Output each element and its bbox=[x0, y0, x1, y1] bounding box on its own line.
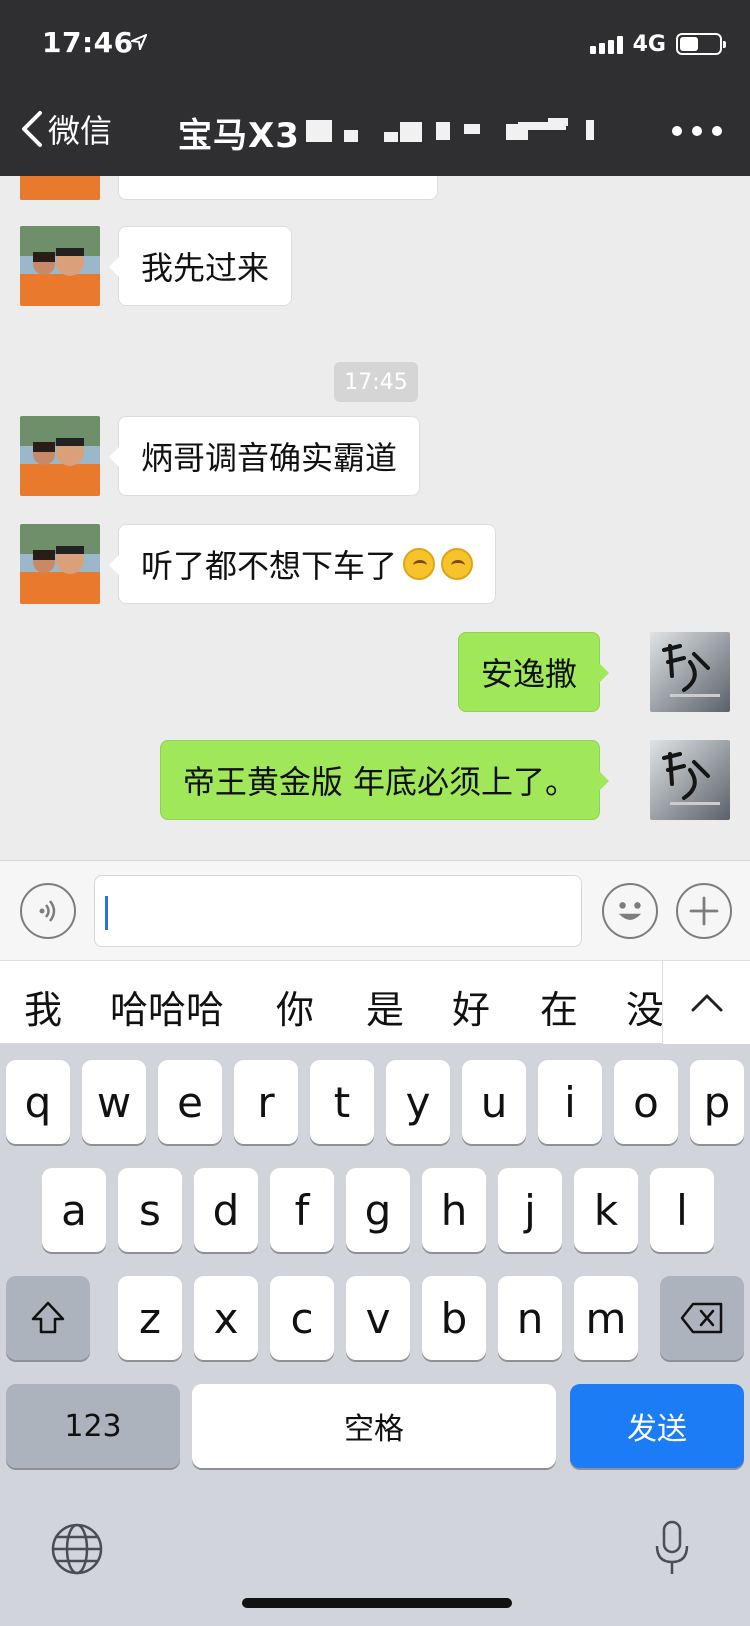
candidate-bar: 我 哈哈哈 你 是 好 在 没 bbox=[0, 960, 750, 1045]
delete-key[interactable] bbox=[660, 1276, 744, 1360]
chevron-left-icon bbox=[22, 111, 42, 147]
network-type: 4G bbox=[632, 31, 666, 57]
key-g[interactable]: g bbox=[346, 1168, 410, 1252]
status-indicators: 4G bbox=[589, 30, 726, 58]
key-f[interactable]: f bbox=[270, 1168, 334, 1252]
key-j[interactable]: j bbox=[498, 1168, 562, 1252]
status-time: 17:46 bbox=[42, 26, 134, 59]
contact-avatar[interactable] bbox=[20, 524, 100, 604]
my-avatar[interactable] bbox=[650, 740, 730, 820]
my-avatar[interactable] bbox=[650, 632, 730, 712]
key-o[interactable]: o bbox=[614, 1060, 678, 1144]
key-r[interactable]: r bbox=[234, 1060, 298, 1144]
contact-avatar[interactable] bbox=[20, 226, 100, 306]
key-k[interactable]: k bbox=[574, 1168, 638, 1252]
microphone-icon bbox=[655, 1520, 689, 1574]
key-l[interactable]: l bbox=[650, 1168, 714, 1252]
message-text: 炳哥调音确实霸道 bbox=[141, 439, 398, 477]
back-button[interactable]: 微信 bbox=[18, 106, 112, 152]
key-i[interactable]: i bbox=[538, 1060, 602, 1144]
message-bubble-received[interactable]: 听了都不想下车了 bbox=[108, 524, 497, 604]
key-v[interactable]: v bbox=[346, 1276, 410, 1360]
key-c[interactable]: c bbox=[270, 1276, 334, 1360]
smirk-emoji-icon bbox=[441, 548, 474, 580]
candidate-item[interactable]: 好 bbox=[452, 979, 490, 1034]
message-bubble-sent[interactable]: 帝王黄金版 年底必须上了。 bbox=[159, 740, 610, 820]
back-label: 微信 bbox=[48, 112, 113, 150]
text-cursor bbox=[105, 896, 108, 930]
candidate-item[interactable]: 你 bbox=[276, 979, 314, 1034]
input-bar bbox=[0, 860, 750, 960]
battery-icon bbox=[676, 33, 726, 55]
smiley-icon bbox=[618, 902, 642, 920]
key-s[interactable]: s bbox=[118, 1168, 182, 1252]
contact-avatar[interactable] bbox=[20, 176, 100, 200]
message-text: 帝王黄金版 年底必须上了。 bbox=[182, 763, 577, 801]
message-text: 我先过来 bbox=[141, 249, 270, 287]
contact-avatar[interactable] bbox=[20, 416, 100, 496]
chevron-up-icon bbox=[691, 994, 722, 1012]
message-input[interactable] bbox=[94, 875, 582, 947]
voice-button[interactable] bbox=[20, 883, 76, 939]
dot-icon bbox=[692, 126, 702, 136]
candidate-item[interactable]: 我 bbox=[24, 979, 62, 1034]
globe-button[interactable] bbox=[50, 1522, 104, 1576]
key-m[interactable]: m bbox=[574, 1276, 638, 1360]
key-h[interactable]: h bbox=[422, 1168, 486, 1252]
dictation-button[interactable] bbox=[652, 1518, 692, 1582]
key-t[interactable]: t bbox=[310, 1060, 374, 1144]
numbers-key[interactable]: 123 bbox=[6, 1384, 180, 1468]
location-arrow-icon bbox=[131, 34, 147, 50]
key-x[interactable]: x bbox=[194, 1276, 258, 1360]
backspace-icon bbox=[680, 1302, 723, 1334]
emoji-button[interactable] bbox=[602, 883, 658, 939]
message-text: 听了都不想下车了 bbox=[141, 547, 398, 585]
space-key[interactable]: 空格 bbox=[192, 1384, 556, 1468]
globe-icon bbox=[51, 1523, 103, 1575]
add-button[interactable] bbox=[676, 883, 732, 939]
chat-title: 宝马X3 bbox=[178, 116, 300, 156]
expand-candidates-button[interactable] bbox=[662, 961, 750, 1045]
home-indicator[interactable] bbox=[242, 1598, 512, 1608]
signal-icon bbox=[589, 34, 623, 54]
chat-area[interactable]: 我先过来 17:45 炳哥调音确实霸道 听了都不想下车了 安逸撒 帝王黄金版 年… bbox=[0, 176, 750, 860]
dot-icon bbox=[672, 126, 682, 136]
key-z[interactable]: z bbox=[118, 1276, 182, 1360]
key-u[interactable]: u bbox=[462, 1060, 526, 1144]
candidate-item[interactable]: 在 bbox=[540, 979, 578, 1034]
key-a[interactable]: a bbox=[42, 1168, 106, 1252]
shift-icon bbox=[31, 1301, 65, 1334]
candidate-item[interactable]: 没 bbox=[626, 979, 664, 1034]
key-d[interactable]: d bbox=[194, 1168, 258, 1252]
key-b[interactable]: b bbox=[422, 1276, 486, 1360]
message-bubble-received[interactable]: 炳哥调音确实霸道 bbox=[108, 416, 421, 496]
send-key[interactable]: 发送 bbox=[570, 1384, 744, 1468]
plus-icon bbox=[689, 896, 719, 926]
key-e[interactable]: e bbox=[158, 1060, 222, 1144]
dot-icon bbox=[712, 126, 722, 136]
key-q[interactable]: q bbox=[6, 1060, 70, 1144]
header: 17:46 4G 微信 宝马X3 bbox=[0, 0, 750, 176]
candidate-item[interactable]: 是 bbox=[366, 979, 404, 1034]
key-p[interactable]: p bbox=[690, 1060, 744, 1144]
key-n[interactable]: n bbox=[498, 1276, 562, 1360]
message-bubble-sent[interactable]: 安逸撒 bbox=[457, 632, 610, 712]
candidate-item[interactable]: 哈哈哈 bbox=[110, 979, 224, 1034]
more-button[interactable] bbox=[672, 126, 722, 136]
keyboard: q w e r t y u i o p a s d f g h j k l z … bbox=[0, 1044, 750, 1626]
shift-key[interactable] bbox=[6, 1276, 90, 1360]
voice-icon bbox=[39, 900, 56, 922]
message-bubble-received[interactable]: 我先过来 bbox=[108, 226, 293, 306]
key-w[interactable]: w bbox=[82, 1060, 146, 1144]
key-y[interactable]: y bbox=[386, 1060, 450, 1144]
timestamp: 17:45 bbox=[334, 362, 418, 402]
smirk-emoji-icon bbox=[403, 548, 436, 580]
message-text: 安逸撒 bbox=[480, 655, 577, 693]
